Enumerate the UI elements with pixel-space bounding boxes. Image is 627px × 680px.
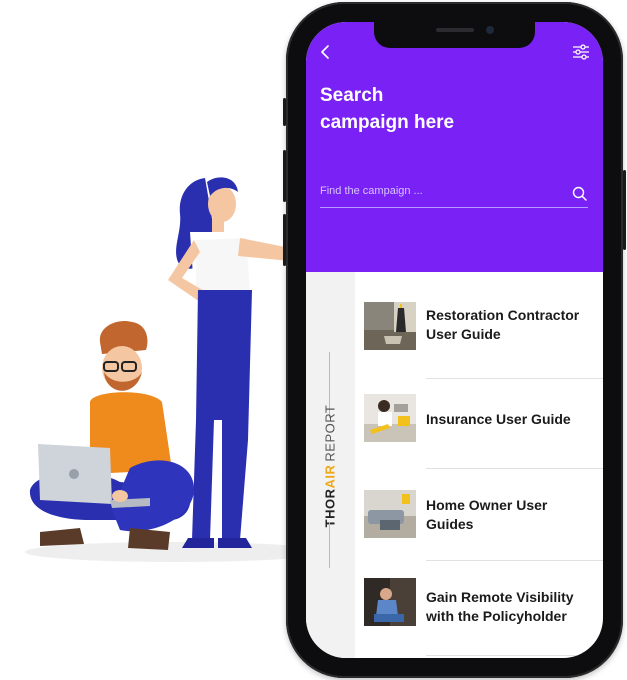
list-item-insurance-guide[interactable]: Insurance User Guide (364, 386, 603, 476)
volume-down-button (283, 214, 286, 266)
sitting-man-figure (29, 320, 195, 550)
brand-strip: THORAIR REPORT (306, 272, 355, 658)
brand-part-report: REPORT (322, 404, 338, 462)
page-title-line2: campaign here (320, 112, 455, 133)
search-input[interactable] (320, 180, 560, 202)
list-item-title: Gain Remote Visibility with the Policyho… (426, 589, 574, 624)
list-item-title: Restoration Contractor User Guide (426, 307, 580, 342)
front-camera (486, 26, 494, 34)
brand-part-thor: THOR (322, 488, 338, 528)
brand-logo: THORAIR REPORT (323, 405, 338, 528)
strip-divider-bottom (329, 522, 330, 568)
volume-up-button (283, 150, 286, 202)
power-button (623, 170, 626, 250)
thumbnail-image (364, 490, 416, 538)
list-item-homeowner-guides[interactable]: Home Owner User Guides (364, 476, 603, 566)
search-header: Search campaign here (306, 22, 603, 272)
search-underline (320, 207, 588, 208)
chevron-left-icon[interactable] (318, 44, 334, 60)
list-divider (426, 378, 603, 379)
list-item-remote-visibility[interactable]: Gain Remote Visibility with the Policyho… (364, 566, 603, 656)
search-icon[interactable] (572, 186, 587, 201)
list-divider (426, 560, 603, 561)
list-item-restoration-guide[interactable]: Restoration Contractor User Guide (364, 296, 603, 386)
speaker-grille (436, 28, 474, 32)
list-divider (426, 468, 603, 469)
list-divider (426, 655, 603, 656)
app-screen: Search campaign here THORAIR REPORT (306, 22, 603, 658)
sliders-icon[interactable] (572, 44, 590, 60)
thumbnail-image (364, 394, 416, 442)
thumbnail-image (364, 578, 416, 626)
phone-mockup: Search campaign here THORAIR REPORT (283, 2, 626, 678)
page-title-line1: Search (320, 85, 384, 106)
list-item-title: Home Owner User Guides (426, 497, 548, 532)
silent-switch (283, 98, 286, 126)
thumbnail-image (364, 302, 416, 350)
brand-part-air: AIR (322, 464, 338, 489)
list-item-title: Insurance User Guide (426, 411, 571, 427)
page-title: Search campaign here (320, 82, 520, 136)
phone-notch (374, 22, 535, 48)
